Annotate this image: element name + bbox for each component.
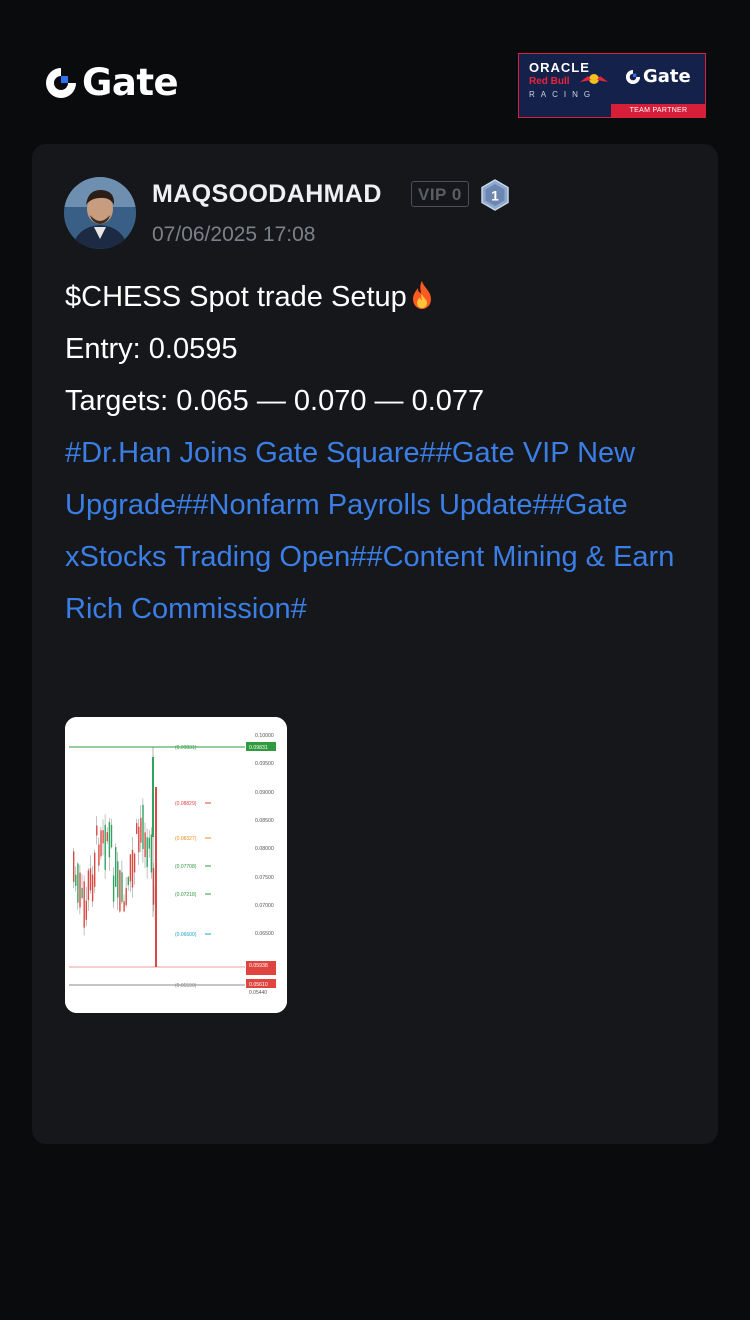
racing-wordmark: RACING xyxy=(529,90,597,99)
top-price-tag-text: 0.09831 xyxy=(249,745,268,751)
candle-body xyxy=(79,872,81,908)
candle-body xyxy=(77,863,79,903)
candle-body xyxy=(131,849,134,888)
post-title: $CHESS Spot trade Setup xyxy=(65,281,407,313)
candle-body xyxy=(83,881,85,928)
price-tick: 0.09000 xyxy=(255,790,274,796)
candle-body xyxy=(98,844,100,866)
fire-icon xyxy=(412,281,431,309)
price-tick: 0.06500 xyxy=(255,931,274,937)
entry-line: Entry: 0.0595 xyxy=(65,333,238,365)
candle-body xyxy=(94,852,96,887)
candle-body xyxy=(121,872,123,902)
gate-logo-icon xyxy=(46,68,76,98)
level-label: (0.08327) xyxy=(175,836,197,842)
gate-logo-text: Gate xyxy=(82,61,179,104)
candle-body xyxy=(155,787,157,967)
candle-body xyxy=(87,870,90,901)
candle-body xyxy=(123,901,125,912)
candle-body xyxy=(136,823,138,834)
candle-body xyxy=(110,824,113,848)
partner-gate-text: Gate xyxy=(643,66,691,87)
level-label: (0.07218) xyxy=(175,892,197,898)
candle-body xyxy=(125,888,127,906)
post-body: $CHESS Spot trade Setup Entry: 0.0595 Ta… xyxy=(65,271,685,635)
level-label: (0.09831) xyxy=(175,745,197,751)
candle-body xyxy=(85,900,87,920)
team-partner-label: TEAM PARTNER xyxy=(611,104,706,117)
post-card[interactable]: MAQSOODAHMAD VIP 0 1 07/06/2025 17:08 $C… xyxy=(32,144,718,1144)
candle-body xyxy=(89,868,92,891)
candle-body xyxy=(138,826,140,853)
candle-body xyxy=(133,853,136,873)
redbull-bull-icon xyxy=(580,74,608,84)
candle-body xyxy=(144,832,146,858)
candle-body xyxy=(100,830,102,857)
candle-body xyxy=(102,830,104,844)
current-price-tag-text: 0.05938 xyxy=(249,963,268,969)
candle-body xyxy=(117,861,119,898)
chart-image: (0.09831) (0.08829) (0.08327) (0.07708) (0.0… xyxy=(65,717,287,1013)
candle-body xyxy=(148,837,150,849)
redbull-wordmark: Red Bull xyxy=(529,76,570,87)
candle-body xyxy=(96,825,98,836)
candle-body xyxy=(142,804,144,850)
candle-body xyxy=(129,854,132,882)
avatar[interactable] xyxy=(64,177,136,249)
candle-body xyxy=(127,877,129,886)
candle-body xyxy=(112,875,115,902)
chart-image-thumbnail[interactable]: (0.09831) (0.08829) (0.08327) (0.07708) (0.0… xyxy=(65,717,287,1013)
candle-body xyxy=(108,821,111,858)
team-partner-banner: ORACLE Red Bull RACING Gate TEAM PARTNER xyxy=(518,53,706,118)
candle-body xyxy=(140,817,142,843)
level-number: 1 xyxy=(491,188,499,204)
low-price-tag-text: 0.05610 xyxy=(249,982,268,988)
level-label: (0.06600) xyxy=(175,932,197,938)
candle-body xyxy=(146,837,148,868)
candle-body xyxy=(115,847,117,887)
price-tick: 0.09500 xyxy=(255,761,274,767)
bottom-price-tick: 0.05440 xyxy=(249,990,267,996)
level-label: (0.08829) xyxy=(175,801,197,807)
post-timestamp: 07/06/2025 17:08 xyxy=(152,223,316,246)
candle-body xyxy=(73,851,75,882)
candle-body xyxy=(91,874,94,902)
partner-gate-logo: Gate xyxy=(625,66,691,87)
candle-body xyxy=(150,834,153,873)
price-tick: 0.07000 xyxy=(255,903,274,909)
header: Gate ORACLE Red Bull RACING Gate TEAM PA… xyxy=(0,0,750,140)
candle-body xyxy=(106,832,108,842)
candle-body xyxy=(81,887,83,898)
targets-line: Targets: 0.065 — 0.070 — 0.077 xyxy=(65,385,485,417)
level-label: (0.07708) xyxy=(175,864,197,870)
price-tick: 0.08000 xyxy=(255,846,274,852)
price-tick: 0.08500 xyxy=(255,818,274,824)
level-badge-icon: 1 xyxy=(481,179,509,211)
author-name[interactable]: MAQSOODAHMAD xyxy=(152,180,382,209)
gate-logo[interactable]: Gate xyxy=(44,61,179,104)
post-title-line: $CHESS Spot trade Setup xyxy=(65,271,685,323)
candle-body xyxy=(104,824,106,870)
candle-body xyxy=(75,874,77,886)
price-tick: 0.10000 xyxy=(255,733,274,739)
candle-body xyxy=(119,870,121,912)
hashtag-links[interactable]: #Dr.Han Joins Gate Square##Gate VIP New … xyxy=(65,437,674,625)
candle-body xyxy=(152,757,154,837)
level-label: (0.05590) xyxy=(175,983,197,989)
price-tick: 0.07500 xyxy=(255,875,274,881)
vip-badge: VIP 0 xyxy=(411,181,469,207)
avatar-image xyxy=(64,177,136,249)
gate-logo-icon xyxy=(625,69,641,84)
